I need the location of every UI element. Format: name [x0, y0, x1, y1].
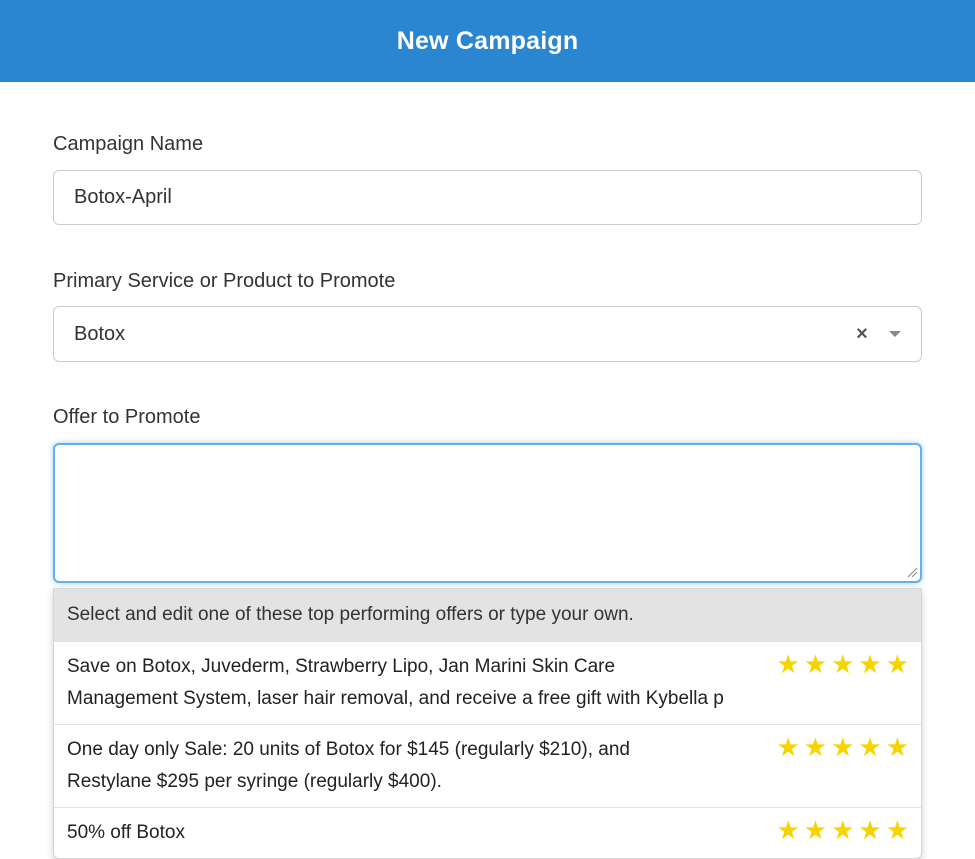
campaign-name-value: Botox-April: [74, 186, 172, 208]
star-rating: ★ ★ ★ ★ ★: [776, 731, 909, 763]
star-icon: ★: [776, 815, 800, 845]
star-icon: ★: [885, 649, 909, 679]
star-icon: ★: [803, 815, 828, 845]
star-icon: ★: [831, 649, 855, 679]
star-icon: ★: [858, 649, 882, 679]
star-rating: ★ ★ ★ ★ ★: [776, 648, 909, 680]
offer-suggestion-item[interactable]: One day only Sale: 20 units of Botox for…: [54, 724, 921, 807]
offer-suggestion-item[interactable]: 50% off Botox ★ ★ ★ ★ ★: [54, 807, 921, 858]
star-icon: ★: [831, 732, 855, 762]
offer-text-line-2: Management System, laser hair removal, a…: [67, 688, 724, 709]
offer-suggestion-item[interactable]: Save on Botox, Juvederm, Strawberry Lipo…: [54, 641, 921, 724]
campaign-name-input[interactable]: Botox-April: [53, 170, 922, 225]
star-icon: ★: [885, 815, 909, 845]
resize-handle-icon[interactable]: [906, 566, 918, 578]
suggestions-header: Select and edit one of these top perform…: [54, 589, 921, 641]
star-icon: ★: [776, 649, 800, 679]
offer-label: Offer to Promote: [53, 406, 201, 428]
star-icon: ★: [803, 649, 828, 679]
close-icon[interactable]: ×: [847, 323, 877, 346]
star-icon: ★: [885, 732, 909, 762]
campaign-name-label: Campaign Name: [53, 133, 204, 155]
chevron-down-icon[interactable]: [889, 331, 901, 337]
offer-text-line-1: Save on Botox, Juvederm, Strawberry Lipo…: [67, 656, 616, 677]
offer-text-line-1: 50% off Botox: [67, 822, 185, 843]
primary-service-value: Botox: [74, 322, 126, 345]
star-icon: ★: [803, 732, 828, 762]
offer-text-line-1: One day only Sale: 20 units of Botox for…: [67, 739, 630, 760]
modal-title: New Campaign: [396, 26, 579, 55]
offer-text-line-2: Restylane $295 per syringe (regularly $4…: [67, 771, 442, 792]
offer-suggestions-dropdown: Select and edit one of these top perform…: [53, 588, 922, 859]
star-icon: ★: [831, 815, 855, 845]
star-icon: ★: [776, 732, 800, 762]
primary-service-select[interactable]: Botox ×: [53, 306, 922, 362]
primary-service-label: Primary Service or Product to Promote: [53, 270, 396, 292]
star-icon: ★: [858, 732, 882, 762]
star-icon: ★: [858, 815, 882, 845]
modal-header: New Campaign: [0, 0, 975, 82]
star-rating: ★ ★ ★ ★ ★: [776, 814, 909, 846]
offer-textarea[interactable]: [53, 443, 922, 583]
